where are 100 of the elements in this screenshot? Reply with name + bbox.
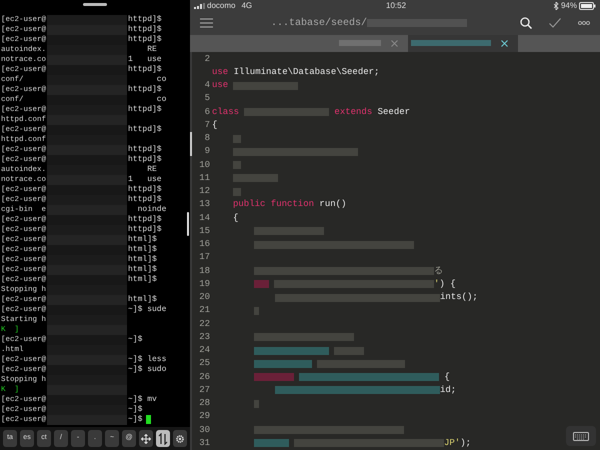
terminal-text: ~]$ less <box>127 355 166 365</box>
terminal-text: 1 use <box>127 55 162 65</box>
terminal-text: html]$ <box>127 245 157 255</box>
menu-icon[interactable] <box>200 18 213 28</box>
line-number: 26 <box>198 370 211 384</box>
terminal-text: httpd]$ <box>127 65 162 75</box>
terminal-text: co <box>156 95 166 105</box>
terminal-text: co <box>156 75 166 85</box>
line-number: 23 <box>198 330 211 344</box>
file-path: ...tabase/seeds/ <box>271 16 368 31</box>
terminal-text: httpd]$ <box>127 85 162 95</box>
terminal-text: httpd]$ <box>127 155 162 165</box>
line-number: 10 <box>198 158 211 172</box>
bluetooth-icon <box>554 2 559 10</box>
drag-handle[interactable] <box>83 3 107 6</box>
terminal-text: RE <box>146 165 157 175</box>
code-text: { <box>233 212 238 224</box>
line-number: 22 <box>198 318 211 330</box>
blurred-text <box>339 40 381 46</box>
carrier-name: docomo <box>207 0 236 12</box>
checkmark-icon[interactable] <box>549 18 561 28</box>
line-number: 24 <box>198 344 211 357</box>
key-button[interactable] <box>173 430 187 447</box>
terminal-text: html]$ <box>127 235 157 245</box>
terminal-text: httpd]$ <box>127 25 162 35</box>
code-text: る <box>434 264 443 278</box>
terminal-text: 1 use <box>127 175 162 185</box>
code-text: extends <box>333 106 372 118</box>
more-icon[interactable] <box>578 21 590 26</box>
line-number: 14 <box>198 212 211 224</box>
terminal-text: ~]$ mv <box>127 395 157 405</box>
line-number: 8 <box>204 132 211 145</box>
code-text: ) { <box>439 278 456 291</box>
battery-percent: 94% <box>560 0 577 12</box>
terminal-text: httpd]$ <box>127 105 162 115</box>
network-type: 4G <box>241 0 252 12</box>
line-number: 29 <box>198 410 211 424</box>
code-text: run() <box>318 198 346 212</box>
line-number: 27 <box>198 384 211 397</box>
code-text: use <box>212 79 228 92</box>
battery-icon <box>579 2 596 10</box>
line-number: 31 <box>198 436 211 450</box>
code-text: Illuminate\Database\Seeder; <box>232 66 380 79</box>
terminal-text: RE <box>146 45 157 55</box>
code-text: id; <box>440 384 456 397</box>
key-button[interactable] <box>139 430 153 447</box>
line-number: 30 <box>198 424 211 436</box>
line-number: 7 <box>204 118 211 132</box>
terminal-text: ~]$ sudo <box>127 365 166 375</box>
code-text: ); <box>460 436 472 450</box>
line-number: 16 <box>198 238 211 251</box>
terminal-text: httpd]$ <box>127 215 162 225</box>
code-text: JP' <box>444 436 460 450</box>
line-number: 13 <box>198 198 211 212</box>
code-text: ' <box>434 278 440 291</box>
terminal-text: html]$ <box>127 275 157 285</box>
terminal-text: html]$ <box>127 295 157 305</box>
search-icon[interactable] <box>520 17 532 30</box>
line-number: 12 <box>198 185 211 198</box>
line-number: 2 <box>204 52 211 66</box>
line-number: 9 <box>204 145 211 158</box>
terminal-text: httpd]$ <box>127 15 162 25</box>
code-text: public function <box>233 198 314 212</box>
terminal-text: httpd]$ <box>127 125 162 135</box>
code-text: { <box>212 118 218 132</box>
swap-arrows-icon <box>158 432 168 444</box>
terminal-text: noinde <box>136 205 166 215</box>
terminal-text: httpd]$ <box>127 185 162 195</box>
terminal-text: httpd]$ <box>127 225 162 235</box>
terminal-text: ~]$ <box>127 405 142 415</box>
terminal-text: html]$ <box>127 265 157 275</box>
code-text: ints(); <box>440 291 478 304</box>
terminal-text: httpd]$ <box>127 195 162 205</box>
terminal-text: html]$ <box>127 255 157 265</box>
line-number: 18 <box>198 264 211 278</box>
terminal-text: ~]$ <box>127 415 142 425</box>
keyboard-button[interactable] <box>566 426 596 446</box>
terminal-text: ~]$ <box>127 335 142 345</box>
code-text: { <box>443 370 450 384</box>
line-number: 28 <box>198 397 211 410</box>
key-button[interactable] <box>156 430 170 447</box>
keyboard-icon <box>573 432 589 440</box>
line-number: 11 <box>198 172 211 185</box>
terminal-text: httpd]$ <box>127 35 162 45</box>
settings-icon <box>175 434 185 444</box>
scroll-indicator <box>187 212 189 236</box>
line-number: 19 <box>198 278 211 291</box>
line-number: 4 <box>204 79 211 92</box>
line-number: 17 <box>198 251 211 264</box>
code-text: class <box>212 106 240 118</box>
line-number: 20 <box>198 291 211 304</box>
line-number: 6 <box>204 106 211 118</box>
signal-icon <box>194 3 205 9</box>
terminal-text: ~]$ sude <box>127 305 166 315</box>
code-text: Seeder <box>376 106 410 118</box>
line-number: 25 <box>198 357 211 370</box>
line-number: 21 <box>198 304 211 318</box>
close-icon[interactable] <box>501 40 508 46</box>
scroll-indicator <box>190 132 192 156</box>
terminal-text: httpd]$ <box>127 145 162 155</box>
